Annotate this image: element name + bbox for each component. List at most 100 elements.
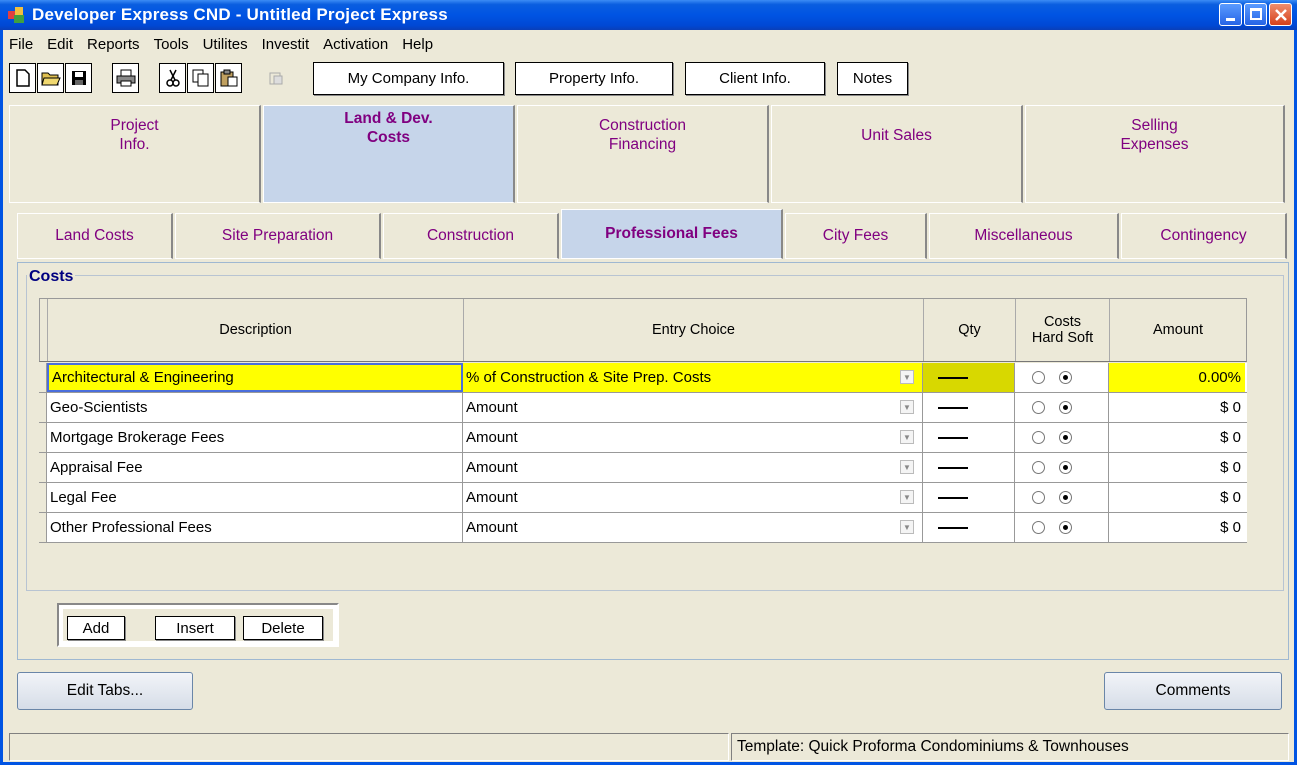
qty-dash (938, 376, 968, 379)
entry-choice-value: Amount (466, 429, 518, 446)
tab-contingency[interactable]: Contingency (1121, 213, 1287, 259)
notes-button[interactable]: Notes (837, 62, 908, 95)
tab-site-preparation[interactable]: Site Preparation (175, 213, 381, 259)
add-button[interactable]: Add (67, 616, 125, 640)
chevron-down-icon[interactable]: ▼ (900, 400, 914, 414)
chevron-down-icon[interactable]: ▼ (900, 430, 914, 444)
entry-choice-dropdown[interactable]: % of Construction & Site Prep. Costs ▼ (463, 363, 923, 392)
status-left (9, 733, 729, 761)
property-info-button[interactable]: Property Info. (515, 62, 673, 95)
table-row[interactable]: Legal Fee Amount ▼ $ 0 (39, 483, 1247, 513)
soft-radio[interactable] (1059, 431, 1072, 444)
my-company-info-button[interactable]: My Company Info. (313, 62, 504, 95)
close-button[interactable] (1269, 3, 1292, 26)
menu-utilites[interactable]: Utilites (203, 36, 248, 53)
chevron-down-icon[interactable]: ▼ (900, 460, 914, 474)
amount-cell[interactable]: $ 0 (1109, 513, 1245, 542)
amount-cell[interactable]: $ 0 (1109, 423, 1245, 452)
description-cell[interactable]: Geo-Scientists (47, 393, 463, 422)
print-button[interactable] (112, 63, 139, 93)
tab-land-dev-costs[interactable]: Land & Dev. Costs (263, 105, 515, 203)
qty-dash (938, 526, 968, 529)
entry-choice-dropdown[interactable]: Amount ▼ (463, 453, 923, 482)
menu-investit[interactable]: Investit (262, 36, 310, 53)
table-row[interactable]: Appraisal Fee Amount ▼ $ 0 (39, 453, 1247, 483)
save-button[interactable] (65, 63, 92, 93)
entry-choice-value: Amount (466, 489, 518, 506)
edit-tabs-button[interactable]: Edit Tabs... (17, 672, 193, 710)
insert-button[interactable]: Insert (155, 616, 235, 640)
soft-radio[interactable] (1059, 371, 1072, 384)
paste-button[interactable] (215, 63, 242, 93)
chevron-down-icon[interactable]: ▼ (900, 520, 914, 534)
menu-reports[interactable]: Reports (87, 36, 140, 53)
amount-cell[interactable]: $ 0 (1109, 453, 1245, 482)
hard-radio[interactable] (1032, 371, 1045, 384)
tab-land-costs[interactable]: Land Costs (17, 213, 173, 259)
copy-button[interactable] (187, 63, 214, 93)
table-row[interactable]: Geo-Scientists Amount ▼ $ 0 (39, 393, 1247, 423)
tab-construction[interactable]: Construction (383, 213, 559, 259)
menu-file[interactable]: File (9, 36, 33, 53)
hard-radio[interactable] (1032, 401, 1045, 414)
table-row[interactable]: Other Professional Fees Amount ▼ $ 0 (39, 513, 1247, 543)
table-row[interactable]: Architectural & Engineering % of Constru… (39, 363, 1247, 393)
minimize-button[interactable] (1219, 3, 1242, 26)
chevron-down-icon[interactable]: ▼ (900, 370, 914, 384)
hard-radio[interactable] (1032, 431, 1045, 444)
soft-radio[interactable] (1059, 461, 1072, 474)
entry-choice-dropdown[interactable]: Amount ▼ (463, 483, 923, 512)
entry-choice-dropdown[interactable]: Amount ▼ (463, 393, 923, 422)
cut-button[interactable] (159, 63, 186, 93)
description-cell[interactable]: Other Professional Fees (47, 513, 463, 542)
row-indicator (39, 393, 47, 422)
header-costs-bottom: Hard Soft (1031, 330, 1094, 346)
amount-cell[interactable]: 0.00% (1109, 363, 1245, 392)
grid-header: Description Entry Choice Qty Costs Hard … (39, 298, 1247, 362)
delete-button[interactable]: Delete (243, 616, 323, 640)
description-cell[interactable]: Architectural & Engineering (47, 363, 463, 392)
disabled-tool-button[interactable] (262, 63, 289, 93)
menu-activation[interactable]: Activation (323, 36, 388, 53)
tab-selling-expenses[interactable]: Selling Expenses (1025, 105, 1285, 203)
tab-unit-sales[interactable]: Unit Sales (771, 105, 1023, 203)
entry-choice-value: Amount (466, 399, 518, 416)
description-cell[interactable]: Appraisal Fee (47, 453, 463, 482)
hard-soft-radios (1015, 513, 1109, 542)
hard-radio[interactable] (1032, 461, 1045, 474)
header-qty: Qty (924, 299, 1016, 361)
soft-radio[interactable] (1059, 401, 1072, 414)
entry-choice-dropdown[interactable]: Amount ▼ (463, 513, 923, 542)
tab-professional-fees[interactable]: Professional Fees (561, 209, 783, 259)
table-row[interactable]: Mortgage Brokerage Fees Amount ▼ $ 0 (39, 423, 1247, 453)
menu-tools[interactable]: Tools (154, 36, 189, 53)
new-file-button[interactable] (9, 63, 36, 93)
tab-city-fees[interactable]: City Fees (785, 213, 927, 259)
title-bar: Developer Express CND - Untitled Project… (0, 0, 1297, 30)
soft-radio[interactable] (1059, 521, 1072, 534)
tab-construction-financing[interactable]: Construction Financing (517, 105, 769, 203)
entry-choice-dropdown[interactable]: Amount ▼ (463, 423, 923, 452)
open-file-button[interactable] (37, 63, 64, 93)
amount-cell[interactable]: $ 0 (1109, 393, 1245, 422)
amount-cell[interactable]: $ 0 (1109, 483, 1245, 512)
printer-icon (116, 69, 135, 87)
client-info-button[interactable]: Client Info. (685, 62, 825, 95)
row-indicator (39, 363, 47, 392)
soft-radio[interactable] (1059, 491, 1072, 504)
row-indicator-header (40, 299, 48, 361)
hard-radio[interactable] (1032, 521, 1045, 534)
comments-button[interactable]: Comments (1104, 672, 1282, 710)
description-cell[interactable]: Mortgage Brokerage Fees (47, 423, 463, 452)
description-cell[interactable]: Legal Fee (47, 483, 463, 512)
row-indicator (39, 483, 47, 512)
main-tabs: Project Info. Land & Dev. Costs Construc… (9, 105, 1289, 209)
menu-help[interactable]: Help (402, 36, 433, 53)
maximize-button[interactable] (1244, 3, 1267, 26)
hard-radio[interactable] (1032, 491, 1045, 504)
chevron-down-icon[interactable]: ▼ (900, 490, 914, 504)
menu-edit[interactable]: Edit (47, 36, 73, 53)
tab-project-info[interactable]: Project Info. (9, 105, 261, 203)
tab-miscellaneous[interactable]: Miscellaneous (929, 213, 1119, 259)
qty-dash (938, 466, 968, 469)
